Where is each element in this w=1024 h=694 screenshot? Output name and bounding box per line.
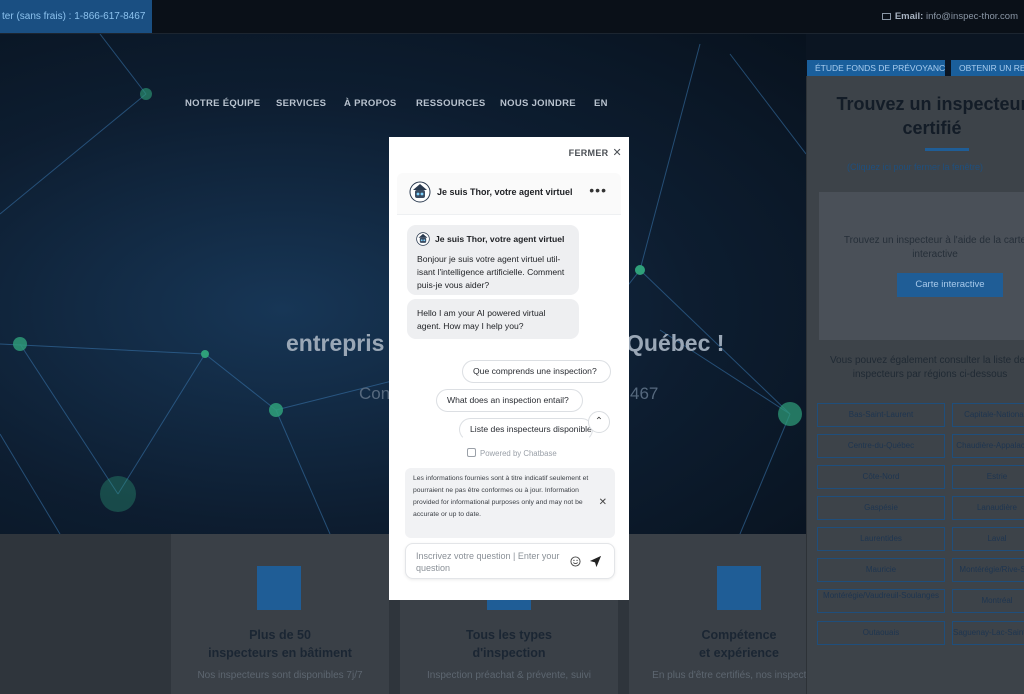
region-button[interactable]: Capitale-Nationale bbox=[952, 403, 1024, 427]
nav-item-language[interactable]: EN bbox=[594, 98, 608, 109]
disclaimer-notice: Les informations fournies sont à titre i… bbox=[405, 468, 615, 538]
feature-card-title: Plus de 50 inspecteurs en bâtiment bbox=[208, 628, 352, 660]
fonds-prevoyance-button[interactable]: ÉTUDE FONDS DE PRÉVOYANCE bbox=[807, 60, 945, 76]
inspector-icon bbox=[257, 566, 301, 610]
chat-header: Je suis Thor, votre agent virtuel ••• bbox=[397, 173, 621, 215]
quebec-map-image[interactable] bbox=[819, 192, 1024, 340]
close-icon[interactable]: ✕ bbox=[599, 497, 607, 509]
nav-item-equipe[interactable]: NOTRE ÉQUIPE bbox=[185, 98, 260, 109]
nav-item-a-propos[interactable]: À PROPOS bbox=[344, 98, 397, 109]
more-options-icon[interactable]: ••• bbox=[589, 182, 607, 198]
feature-card-inspecteurs: Plus de 50 inspecteurs en bâtiment Nos in… bbox=[171, 534, 389, 694]
nav-item-ressources[interactable]: RESSOURCES bbox=[416, 98, 486, 109]
region-button[interactable]: Estrie bbox=[952, 465, 1024, 489]
hero-subtitle-left: Con bbox=[359, 384, 391, 403]
emoji-icon[interactable] bbox=[570, 556, 581, 567]
nav-item-nous-joindre[interactable]: NOUS JOINDRE bbox=[500, 98, 576, 109]
email-label: Email: bbox=[894, 11, 924, 22]
inspector-finder-panel: Trouvez un inspecteur certifié (Cliquez … bbox=[806, 76, 1024, 694]
email-contact[interactable]: Email: info@inspec-thor.com bbox=[881, 11, 1018, 22]
chatbase-logo-icon bbox=[467, 448, 476, 457]
chat-message-bot: Je suis Thor, votre agent virtuel Bonjou… bbox=[407, 225, 579, 295]
rendez-vous-button[interactable]: OBTENIR UN RENDEZ-VOUS bbox=[951, 60, 1024, 76]
suggestion-chip[interactable]: What does an inspection entail? bbox=[436, 389, 583, 412]
email-value[interactable]: info@inspec-thor.com bbox=[926, 11, 1018, 22]
message-sender: Je suis Thor, votre agent virtuel bbox=[435, 234, 565, 244]
region-button[interactable]: Mauricie bbox=[817, 558, 945, 582]
feature-card-text: Inspection préachat & prévente, suivi bbox=[427, 670, 591, 681]
feature-card-text: Nos inspecteurs sont disponibles 7j/7 bbox=[197, 670, 363, 681]
region-button[interactable]: Laurentides bbox=[817, 527, 945, 551]
region-button[interactable]: Outaouais bbox=[817, 621, 945, 645]
robot-avatar-icon bbox=[416, 232, 430, 246]
chat-message-input[interactable] bbox=[416, 550, 564, 576]
suggestion-chip[interactable]: Liste des inspecteurs disponibles bbox=[459, 418, 593, 441]
powered-by-text: Powered by Chatbase bbox=[480, 449, 557, 458]
top-bar: ter (sans frais) : 1-866-617-8467 Email:… bbox=[0, 0, 1024, 34]
regions-note: Vous pouvez également consulter la liste… bbox=[829, 355, 1024, 380]
close-icon: ✕ bbox=[612, 147, 622, 159]
hero-title-right: Québec ! bbox=[626, 330, 725, 356]
region-button[interactable]: Chaudière-Appalaches bbox=[952, 434, 1024, 458]
region-button[interactable]: Montérégie/Rive-Sud bbox=[952, 558, 1024, 582]
close-chat-button[interactable]: FERMER ✕ bbox=[569, 146, 622, 159]
region-button[interactable]: Centre-du-Québec bbox=[817, 434, 945, 458]
region-button[interactable]: Bas-Saint-Laurent bbox=[817, 403, 945, 427]
mail-icon bbox=[881, 13, 891, 20]
main-navigation: NOTRE ÉQUIPE SERVICES À PROPOS RESSOURCE… bbox=[0, 98, 806, 112]
chat-input-container bbox=[405, 543, 615, 579]
region-button[interactable]: Montérégie/Vaudreuil-Soulanges bbox=[817, 589, 945, 613]
feature-card-title: Tous les types d'inspection bbox=[466, 628, 552, 660]
chevron-up-icon[interactable]: ⌃ bbox=[588, 411, 610, 433]
region-button[interactable]: Saguenay-Lac-Saint-Jean bbox=[952, 621, 1024, 645]
disclaimer-text: Les informations fournies sont à titre i… bbox=[413, 475, 589, 518]
interactive-map-button[interactable]: Carte interactive bbox=[897, 273, 1003, 297]
region-button[interactable]: Lanaudière bbox=[952, 496, 1024, 520]
robot-avatar-icon bbox=[409, 181, 431, 203]
map-caption: Trouvez un inspecteur à l'aide de la car… bbox=[843, 235, 1024, 260]
send-icon[interactable] bbox=[589, 555, 602, 568]
region-button[interactable]: Laval bbox=[952, 527, 1024, 551]
region-button[interactable]: Côte-Nord bbox=[817, 465, 945, 489]
agent-name: Je suis Thor, votre agent virtuel bbox=[437, 187, 573, 197]
expertise-icon bbox=[717, 566, 761, 610]
panel-title-underline bbox=[925, 148, 969, 151]
hero-subtitle-right: 467 bbox=[630, 384, 659, 403]
hero-title-left: entrepris bbox=[286, 330, 385, 356]
message-text: Hello I am your AI powered virtual agent… bbox=[417, 308, 546, 331]
region-button[interactable]: Gaspésie bbox=[817, 496, 945, 520]
message-text: Bonjour je suis votre agent virtuel util… bbox=[417, 254, 565, 290]
close-label: FERMER bbox=[568, 148, 609, 158]
nav-item-services[interactable]: SERVICES bbox=[276, 98, 326, 109]
region-button[interactable]: Montréal bbox=[952, 589, 1024, 613]
phone-number[interactable]: ter (sans frais) : 1-866-617-8467 bbox=[0, 0, 152, 33]
chat-message-bot: Hello I am your AI powered virtual agent… bbox=[407, 299, 579, 339]
panel-title: Trouvez un inspecteur certifié bbox=[836, 94, 1024, 138]
panel-close-link[interactable]: (Cliquez ici pour fermer la fenêtre) bbox=[847, 162, 983, 172]
chat-modal: FERMER ✕ Je suis Thor, votre agent virtue… bbox=[389, 137, 629, 600]
feature-card-competence: Compétence et expérience En plus d'être c… bbox=[629, 534, 826, 694]
powered-by[interactable]: Powered by Chatbase bbox=[467, 448, 557, 458]
suggestion-chip[interactable]: Que comprends une inspection? bbox=[462, 360, 611, 383]
